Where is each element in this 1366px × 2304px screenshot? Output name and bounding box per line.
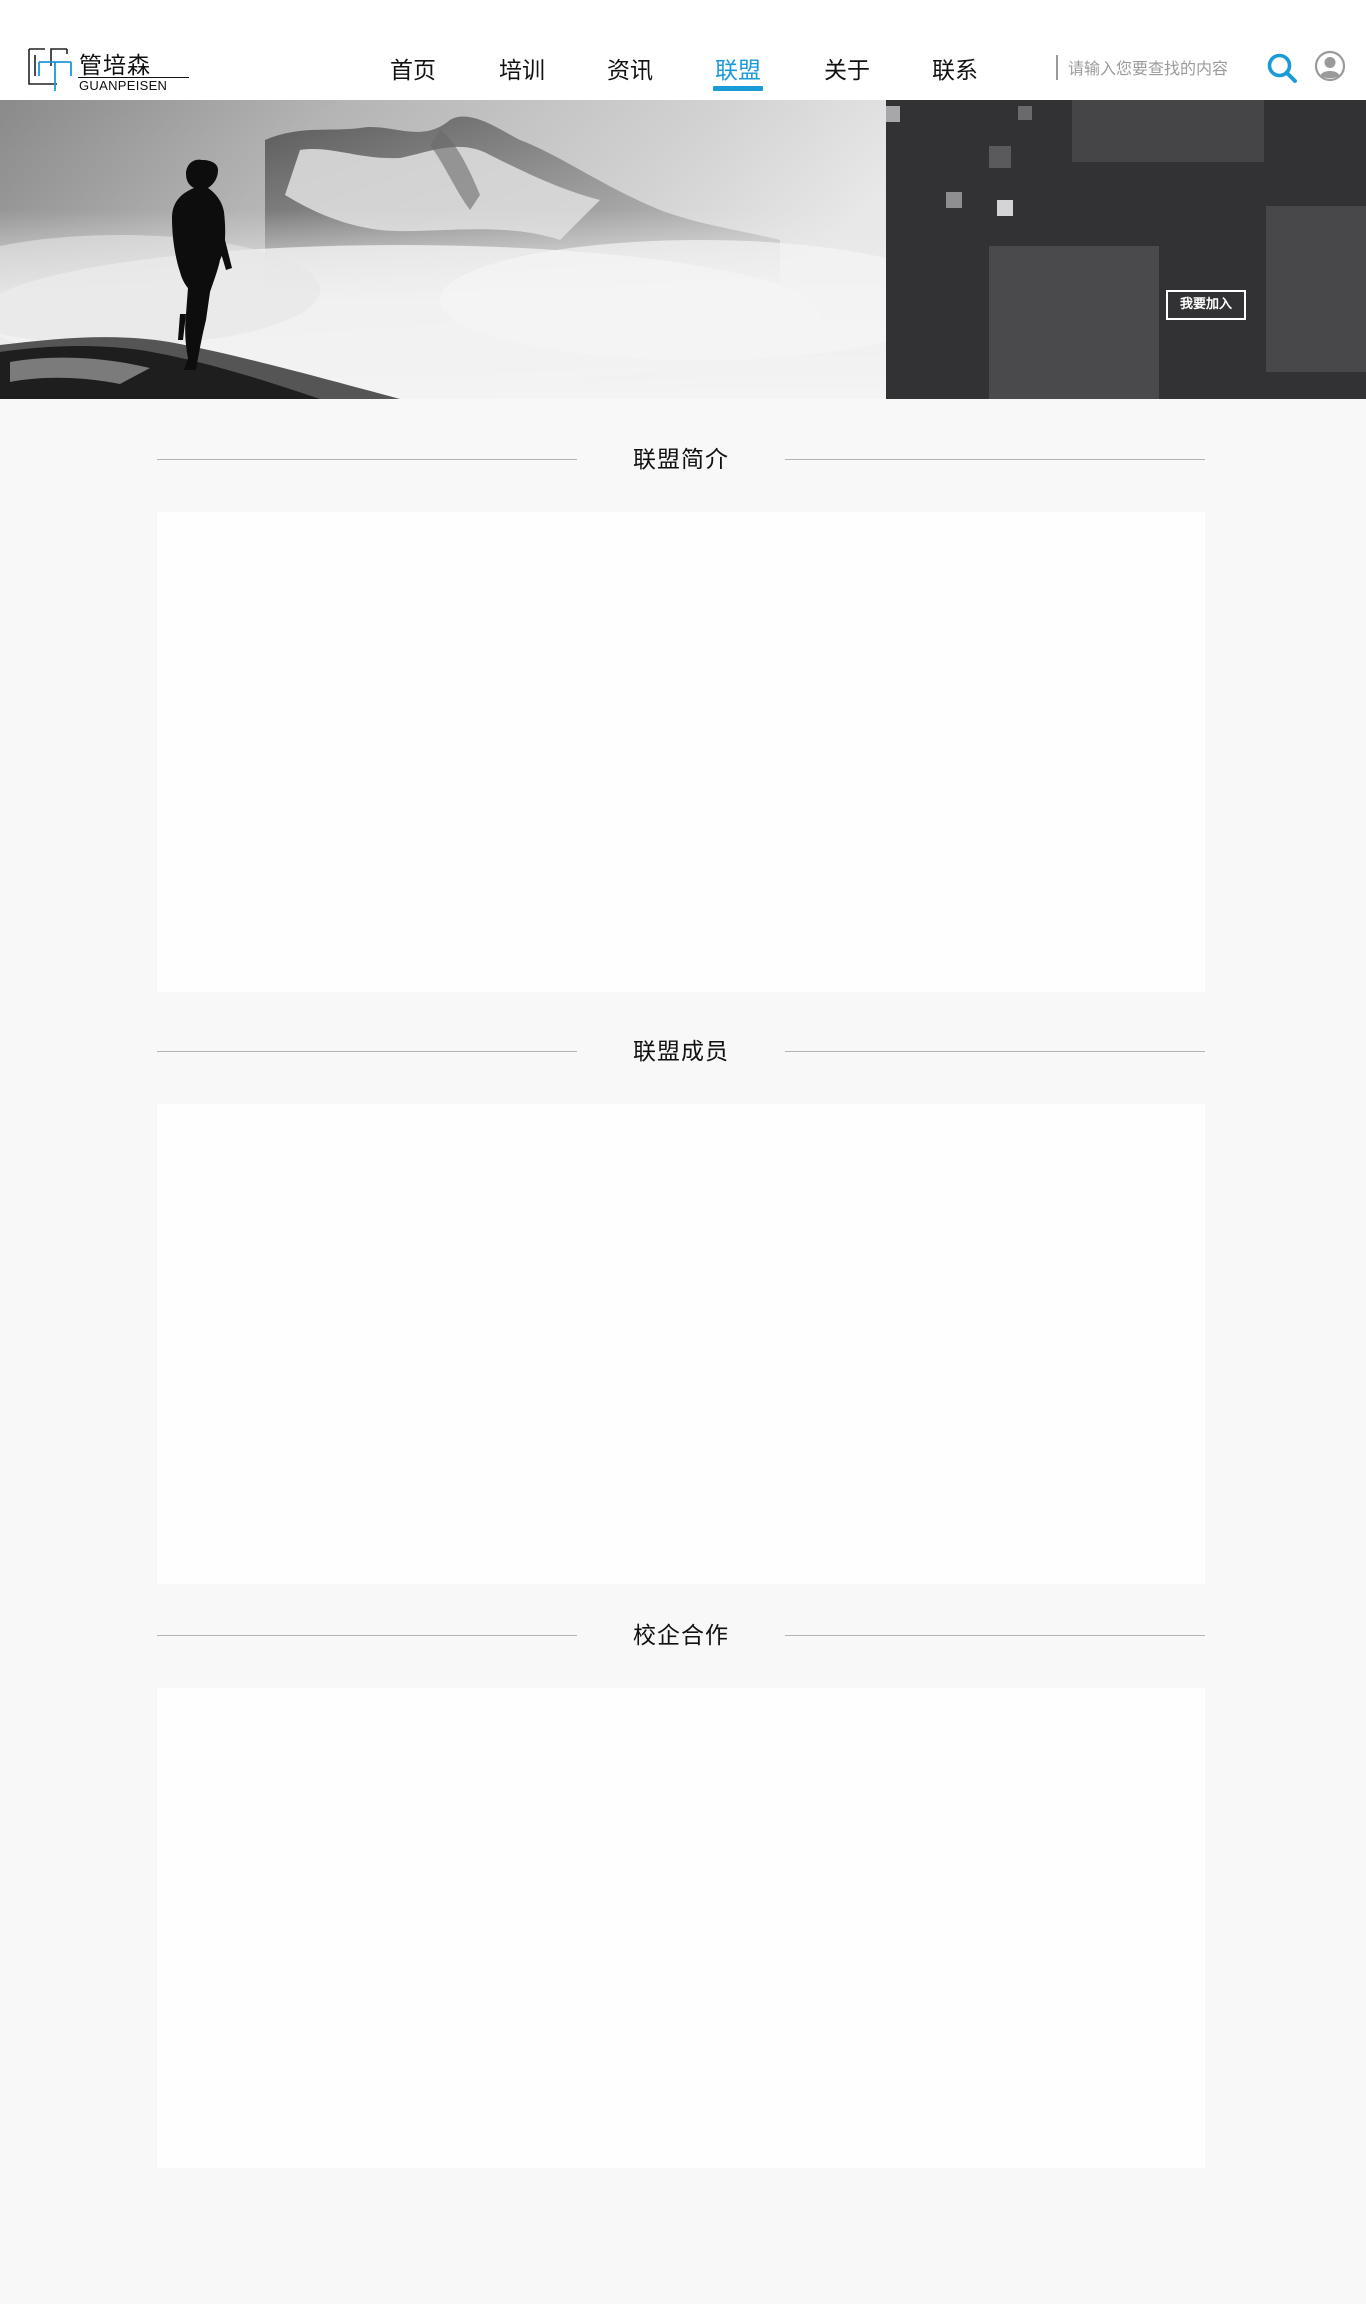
nav-item-label: 关于 — [824, 58, 870, 84]
logo-chinese-name: 管培森 — [79, 53, 151, 79]
heading-line-right — [785, 459, 1205, 460]
section-heading-cooperation: 校企合作 — [157, 1616, 1205, 1656]
nav-item-news[interactable]: 资讯 — [580, 51, 680, 91]
nav-active-indicator — [713, 86, 763, 91]
decor-block — [1072, 100, 1264, 162]
search-input[interactable] — [1064, 52, 1262, 84]
heading-line-left — [157, 1635, 577, 1636]
nav-item-label: 培训 — [499, 58, 545, 84]
hero-banner: 我要加入 — [0, 100, 1366, 399]
nav-item-training[interactable]: 培训 — [472, 51, 572, 91]
user-avatar-icon[interactable] — [1314, 50, 1346, 82]
section-title: 联盟成员 — [633, 1039, 729, 1065]
nav-item-label: 资讯 — [607, 58, 653, 84]
alliance-intro-panel — [157, 512, 1205, 992]
heading-line-left — [157, 1051, 577, 1052]
logo-english-name: GUANPEISEN — [79, 78, 168, 93]
nav-item-about[interactable]: 关于 — [797, 51, 897, 91]
decor-square — [989, 146, 1011, 168]
section-heading-members: 联盟成员 — [157, 1032, 1205, 1072]
nav-item-label: 首页 — [390, 58, 436, 84]
decor-block — [1266, 206, 1366, 372]
join-button[interactable]: 我要加入 — [1166, 290, 1246, 320]
decor-block — [989, 246, 1159, 399]
site-logo[interactable]: 管培森 GUANPEISEN — [27, 46, 189, 94]
school-enterprise-cooperation-panel — [157, 1688, 1205, 2168]
section-title: 校企合作 — [633, 1623, 729, 1649]
mountain-hiker-photo — [0, 100, 886, 399]
section-heading-intro: 联盟简介 — [157, 440, 1205, 480]
heading-line-left — [157, 459, 577, 460]
search-divider — [1056, 55, 1058, 80]
banner-dark-panel — [886, 100, 1366, 399]
heading-line-right — [785, 1635, 1205, 1636]
logo-mark-icon — [28, 48, 72, 91]
decor-square — [1018, 106, 1032, 120]
alliance-members-panel — [157, 1104, 1205, 1584]
nav-item-label: 联系 — [932, 58, 978, 84]
nav-item-home[interactable]: 首页 — [363, 51, 463, 91]
site-header: 管培森 GUANPEISEN 首页 培训 资讯 联盟 关于 联系 — [0, 0, 1366, 100]
nav-item-contact[interactable]: 联系 — [905, 51, 1005, 91]
section-title: 联盟简介 — [633, 447, 729, 473]
decor-square — [886, 106, 900, 122]
search-icon[interactable] — [1266, 52, 1298, 84]
decor-square — [946, 192, 962, 208]
nav-item-alliance[interactable]: 联盟 — [688, 51, 788, 91]
decor-square — [997, 200, 1013, 216]
heading-line-right — [785, 1051, 1205, 1052]
nav-item-label: 联盟 — [715, 58, 761, 84]
